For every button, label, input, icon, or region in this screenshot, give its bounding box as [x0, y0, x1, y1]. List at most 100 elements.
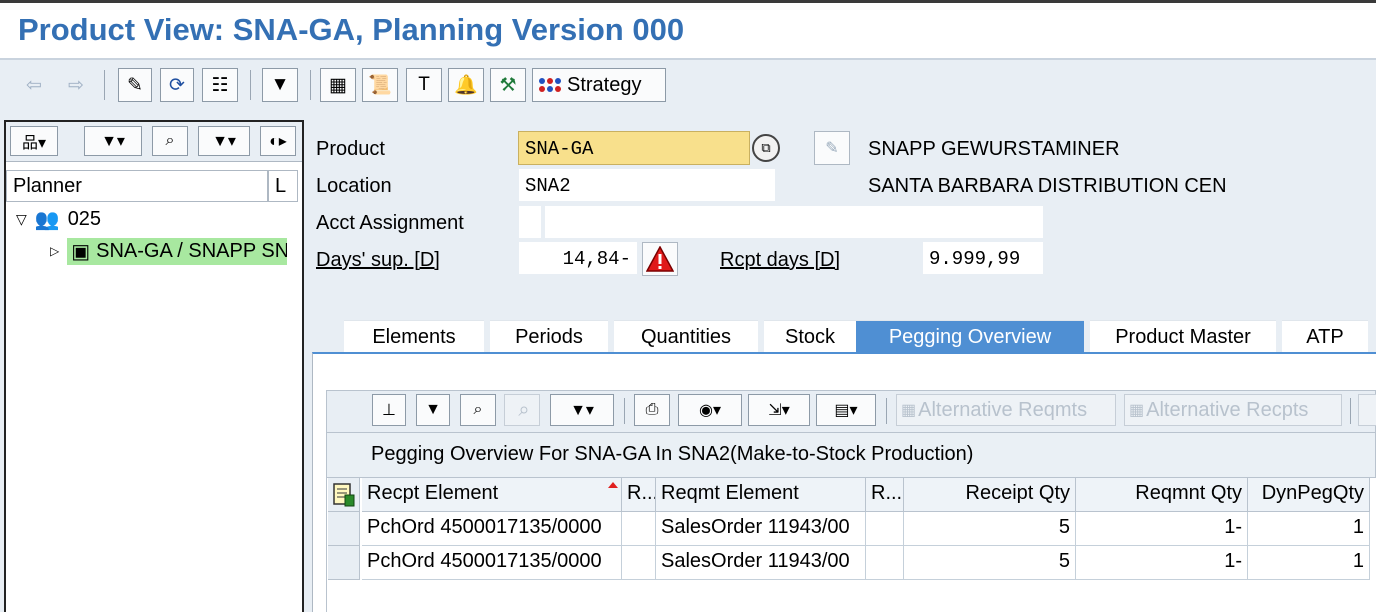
cell-reqmt-element[interactable]: SalesOrder 11943/00	[656, 546, 866, 580]
tab-elements[interactable]: Elements	[344, 320, 484, 354]
tab-product-master[interactable]: Product Master	[1090, 320, 1276, 354]
heuristic-icon[interactable]: ⚒	[490, 68, 526, 102]
find-icon[interactable]: ⌕	[460, 394, 496, 426]
user-group-icon: 👥	[34, 208, 60, 231]
tab-periods[interactable]: Periods	[490, 320, 608, 354]
alternative-recpts-button[interactable]: ▦ Alternative Recpts	[1124, 394, 1342, 426]
location-description: SANTA BARBARA DISTRIBUTION CEN	[868, 175, 1227, 197]
cell-r2[interactable]	[866, 512, 904, 546]
strategy-label: Strategy	[567, 73, 642, 96]
set-filter-icon[interactable]: ▼▾	[198, 126, 250, 156]
filter-icon[interactable]: ▼	[416, 394, 450, 426]
tree-structure-icon[interactable]: 品▾	[10, 126, 58, 156]
toolbar-separator	[104, 70, 105, 100]
layout-icon[interactable]: ▤▾	[816, 394, 876, 426]
binoculars-find-icon[interactable]: ⌕	[152, 126, 188, 156]
column-header-reqmt-element[interactable]: Reqmt Element	[656, 478, 866, 512]
forward-arrow-icon[interactable]: ⇨	[58, 68, 94, 102]
cell-dynpegqty[interactable]: 1	[1248, 512, 1370, 546]
refresh-icon[interactable]: ⟳	[160, 68, 194, 102]
acct-assignment-label: Acct Assignment	[316, 212, 464, 234]
alternative-reqmts-icon: ▦	[901, 402, 917, 419]
alternative-recpts-label: Alternative Recpts	[1146, 398, 1309, 421]
product-search-help-icon[interactable]: ⧉	[752, 134, 780, 162]
tab-stock[interactable]: Stock	[764, 320, 856, 354]
toolbar-separator	[886, 398, 887, 424]
alternative-reqmts-label: Alternative Reqmts	[918, 398, 1088, 421]
planner-column-header[interactable]: Planner	[6, 170, 268, 202]
toolbar-separator	[1350, 398, 1351, 424]
cell-r2[interactable]	[866, 546, 904, 580]
warning-alert-icon[interactable]	[642, 242, 678, 276]
cell-receipt-qty[interactable]: 5	[904, 546, 1076, 580]
cell-recpt-element[interactable]: PchOrd 4500017135/0000	[362, 546, 622, 580]
column-header-r2[interactable]: R...	[866, 478, 904, 512]
location-field[interactable]: SNA2	[518, 168, 776, 202]
cell-receipt-qty[interactable]: 5	[904, 512, 1076, 546]
edit-pencil-icon[interactable]: ✎	[118, 68, 152, 102]
product-label: Product	[316, 138, 385, 160]
tab-pegging-overview[interactable]: Pegging Overview	[856, 320, 1084, 354]
expand-triangle-icon[interactable]: ▽	[16, 211, 27, 228]
tree-node-planner[interactable]: ▽ 👥 025	[16, 206, 101, 232]
receipt-days-field[interactable]: 9.999,99	[922, 241, 1044, 275]
toolbar-separator	[310, 70, 311, 100]
column-header-recpt-element[interactable]: Recpt Element	[362, 478, 622, 512]
scroll-document-icon[interactable]: 📜	[362, 68, 398, 102]
filter-dropdown-icon[interactable]: ▼▾	[84, 126, 142, 156]
collapse-triangle-icon[interactable]: ▷	[50, 244, 59, 258]
row-selector[interactable]	[328, 512, 360, 546]
product-icon: ▣	[71, 240, 91, 263]
tree-node-label: 025	[67, 207, 102, 230]
set-filter-icon[interactable]: ▼▾	[550, 394, 614, 426]
strategy-icon	[539, 78, 561, 92]
cell-reqmnt-qty[interactable]: 1-	[1076, 546, 1248, 580]
tab-atp[interactable]: ATP	[1282, 320, 1368, 354]
cell-reqmnt-qty[interactable]: 1-	[1076, 512, 1248, 546]
details-icon[interactable]: ⊥	[372, 394, 406, 426]
acct-assignment-field[interactable]	[518, 205, 542, 239]
alert-bell-icon[interactable]: 🔔	[448, 68, 484, 102]
find-next-icon[interactable]: ⌕	[504, 394, 540, 426]
more-options-icon[interactable]: ◐▸	[260, 126, 296, 156]
export-icon[interactable]: ⇲▾	[748, 394, 810, 426]
views-icon[interactable]: ◉▾	[678, 394, 742, 426]
column-header-reqmnt-qty[interactable]: Reqmnt Qty	[1076, 478, 1248, 512]
alternative-reqmts-button[interactable]: ▦ Alternative Reqmts	[896, 394, 1116, 426]
days-supply-field[interactable]: 14,84-	[518, 241, 638, 275]
column-header-r1[interactable]: R...	[622, 478, 656, 512]
toolbar-separator	[624, 398, 625, 424]
product-field[interactable]: SNA-GA	[518, 131, 750, 165]
planning-board-icon[interactable]: ▦	[320, 68, 356, 102]
location-label: Location	[316, 175, 392, 197]
planner-column-l-header[interactable]: L	[268, 170, 298, 202]
acct-assignment-desc-field	[544, 205, 1044, 239]
days-supply-label[interactable]: Days' sup. [D]	[316, 249, 440, 272]
back-arrow-icon[interactable]: ⇦	[16, 68, 52, 102]
cell-recpt-element[interactable]: PchOrd 4500017135/0000	[362, 512, 622, 546]
hierarchy-icon[interactable]: ☷	[202, 68, 238, 102]
long-text-icon[interactable]: ✎	[814, 131, 850, 165]
cell-r1[interactable]	[622, 546, 656, 580]
more-toolbar-icon[interactable]	[1358, 394, 1376, 426]
toolbar-separator	[250, 70, 251, 100]
tree-node-selected[interactable]: ▣ SNA-GA / SNAPP SN	[67, 237, 288, 265]
tab-quantities[interactable]: Quantities	[614, 320, 758, 354]
select-all-layout-icon[interactable]	[328, 478, 360, 512]
receipt-days-label[interactable]: Rcpt days [D]	[720, 249, 840, 272]
product-description: SNAPP GEWURSTAMINER	[868, 138, 1120, 160]
filter-icon[interactable]: ▼	[262, 68, 298, 102]
column-header-receipt-qty[interactable]: Receipt Qty	[904, 478, 1076, 512]
tree-node-product[interactable]: ▷ ▣ SNA-GA / SNAPP SN	[50, 237, 288, 265]
cell-dynpegqty[interactable]: 1	[1248, 546, 1370, 580]
tree-node-label: SNA-GA / SNAPP SN	[96, 239, 288, 262]
grid-title: Pegging Overview For SNA-GA In SNA2(Make…	[326, 432, 1376, 478]
strategy-button[interactable]: Strategy	[532, 68, 666, 102]
cell-reqmt-element[interactable]: SalesOrder 11943/00	[656, 512, 866, 546]
row-selector[interactable]	[328, 546, 360, 580]
column-header-dynpegqty[interactable]: DynPegQty	[1248, 478, 1370, 512]
alternative-recpts-icon: ▦	[1129, 402, 1145, 419]
text-document-icon[interactable]: T	[406, 68, 442, 102]
print-icon[interactable]: ⎙	[634, 394, 670, 426]
cell-r1[interactable]	[622, 512, 656, 546]
